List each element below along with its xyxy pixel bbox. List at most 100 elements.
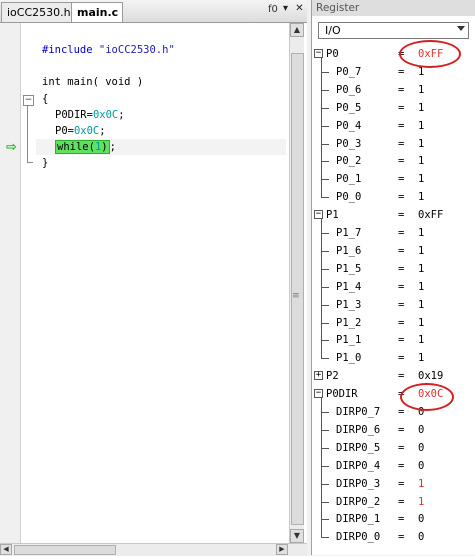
scroll-right-icon[interactable]: ▶ bbox=[276, 544, 288, 555]
bit-value[interactable]: 0 bbox=[418, 439, 424, 457]
register-bit-row[interactable]: DIRP0_0 = 0 bbox=[312, 528, 475, 546]
collapse-icon[interactable]: − bbox=[314, 389, 323, 399]
bit-value[interactable]: 1 bbox=[418, 475, 424, 493]
register-bit-row[interactable]: P0_2 = 1 bbox=[312, 152, 475, 170]
register-bit-row[interactable]: P1_6 = 1 bbox=[312, 242, 475, 260]
vertical-scroll-thumb[interactable] bbox=[291, 53, 304, 525]
bit-value[interactable]: 1 bbox=[418, 135, 424, 153]
tree-branch-tick bbox=[321, 501, 329, 503]
register-bit-row[interactable]: P1_4 = 1 bbox=[312, 278, 475, 296]
bit-value[interactable]: 0 bbox=[418, 457, 424, 475]
bit-value[interactable]: 0 bbox=[418, 510, 424, 528]
register-bit-row[interactable]: DIRP0_2 = 1 bbox=[312, 493, 475, 511]
fold-guide bbox=[27, 106, 28, 162]
scroll-down-icon[interactable]: ▼ bbox=[290, 529, 304, 543]
horizontal-scroll-thumb[interactable] bbox=[14, 545, 116, 555]
bit-value[interactable]: 1 bbox=[418, 260, 424, 278]
bit-value[interactable]: 1 bbox=[418, 331, 424, 349]
code-line-main: int main( void ) bbox=[42, 76, 144, 88]
tab-menu-close-icons[interactable]: ▾ ✕ bbox=[283, 3, 306, 14]
register-bit-row[interactable]: P0_3 = 1 bbox=[312, 135, 475, 153]
code-line-close-brace: } bbox=[42, 157, 49, 169]
collapse-icon[interactable]: − bbox=[314, 210, 323, 220]
register-bit-row[interactable]: DIRP0_3 = 1 bbox=[312, 475, 475, 493]
equals-sign: = bbox=[398, 316, 405, 329]
register-bit-row[interactable]: P0_7 = 1 bbox=[312, 63, 475, 81]
bit-value[interactable]: 1 bbox=[418, 188, 424, 206]
bit-name: P1_3 bbox=[336, 298, 362, 311]
bit-value[interactable]: 0 bbox=[418, 528, 424, 546]
bit-name: P0_2 bbox=[336, 155, 362, 168]
tree-branch-tick bbox=[321, 268, 329, 270]
breakpoint-gutter[interactable] bbox=[0, 23, 21, 543]
register-bit-row[interactable]: P1_0 = 1 bbox=[312, 349, 475, 367]
bit-value[interactable]: 1 bbox=[418, 224, 424, 242]
bit-name: P1_7 bbox=[336, 227, 362, 239]
code-area[interactable]: #include "ioCC2530.h" int main( void ) {… bbox=[42, 40, 175, 169]
tab-main-c[interactable]: main.c bbox=[71, 2, 123, 22]
equals-sign: = bbox=[398, 423, 405, 436]
scroll-up-icon[interactable]: ▲ bbox=[290, 23, 304, 37]
tree-branch-tick bbox=[321, 161, 329, 163]
code-editor[interactable]: ioCC2530.h main.c f0 ▾ ✕ − ⇨ #include "i… bbox=[0, 0, 307, 556]
register-bit-row[interactable]: P0_4 = 1 bbox=[312, 117, 475, 135]
register-bit-row[interactable]: P0_0 = 1 bbox=[312, 188, 475, 206]
bit-value[interactable]: 1 bbox=[418, 349, 424, 367]
equals-sign: = bbox=[398, 65, 405, 78]
register-bit-row[interactable]: P1_5 = 1 bbox=[312, 260, 475, 278]
expand-icon[interactable]: + bbox=[314, 371, 323, 381]
register-group-value: I/O bbox=[325, 24, 341, 37]
register-bit-row[interactable]: P0_1 = 1 bbox=[312, 170, 475, 188]
tree-branch-tick bbox=[321, 286, 329, 288]
register-bit-row[interactable]: DIRP0_5 = 0 bbox=[312, 439, 475, 457]
bit-value[interactable]: 0 bbox=[418, 421, 424, 439]
bit-value[interactable]: 1 bbox=[418, 152, 424, 170]
tree-branch-tick bbox=[321, 519, 329, 521]
register-bit-row[interactable]: P1_1 = 1 bbox=[312, 331, 475, 349]
program-counter-arrow-icon: ⇨ bbox=[6, 140, 17, 155]
function-navigator[interactable]: f0 bbox=[268, 4, 278, 15]
register-bit-row[interactable]: P1_3 = 1 bbox=[312, 296, 475, 314]
register-bit-row[interactable]: DIRP0_4 = 0 bbox=[312, 457, 475, 475]
tree-branch-tick bbox=[321, 250, 329, 252]
bit-value[interactable]: 1 bbox=[418, 99, 424, 117]
collapse-icon[interactable]: − bbox=[314, 49, 323, 58]
bit-value[interactable]: 1 bbox=[418, 278, 424, 296]
register-group-select[interactable]: I/O bbox=[318, 22, 469, 39]
tree-branch-tick bbox=[321, 143, 329, 145]
bit-value[interactable]: 1 bbox=[418, 117, 424, 135]
bit-name: DIRP0_1 bbox=[336, 513, 381, 526]
register-bit-row[interactable]: DIRP0_6 = 0 bbox=[312, 421, 475, 439]
bit-value[interactable]: 1 bbox=[418, 314, 424, 332]
equals-sign: = bbox=[398, 459, 405, 472]
scroll-left-icon[interactable]: ◀ bbox=[0, 544, 12, 555]
bit-value[interactable]: 1 bbox=[418, 296, 424, 314]
chevron-down-icon[interactable] bbox=[457, 26, 465, 31]
code-line-p0dir: P0DIR=0x0C; bbox=[55, 109, 125, 121]
bit-value[interactable]: 1 bbox=[418, 170, 424, 188]
register-bit-row[interactable]: DIRP0_1 = 0 bbox=[312, 510, 475, 528]
bit-value[interactable]: 1 bbox=[418, 242, 424, 260]
equals-sign: = bbox=[398, 477, 405, 490]
equals-sign: = bbox=[398, 531, 405, 544]
bit-name: P0_4 bbox=[336, 119, 362, 132]
tree-branch-tick bbox=[321, 322, 329, 324]
register-row-p1[interactable]: − P1 = 0xFF bbox=[312, 206, 475, 224]
register-bit-row[interactable]: P1_2 = 1 bbox=[312, 314, 475, 332]
editor-vertical-scrollbar[interactable]: ▲ ≡ ▼ bbox=[289, 23, 304, 543]
editor-horizontal-scrollbar[interactable]: ◀ ▶ bbox=[0, 543, 307, 556]
equals-sign: = bbox=[398, 406, 405, 418]
register-value[interactable]: 0xFF bbox=[418, 206, 443, 224]
register-row-p2[interactable]: + P2 = 0x19 bbox=[312, 367, 475, 385]
register-window-title: Register bbox=[312, 0, 475, 16]
register-bit-row[interactable]: DIRP0_7 = 0 bbox=[312, 403, 475, 421]
tab-ioCC2530-h[interactable]: ioCC2530.h bbox=[1, 2, 73, 22]
register-bit-row[interactable]: P1_7 = 1 bbox=[312, 224, 475, 242]
register-bit-row[interactable]: P0_5 = 1 bbox=[312, 99, 475, 117]
fold-toggle-icon[interactable]: − bbox=[23, 95, 34, 106]
bit-value[interactable]: 1 bbox=[418, 493, 424, 511]
equals-sign: = bbox=[398, 513, 405, 526]
bit-value[interactable]: 1 bbox=[418, 81, 424, 99]
register-bit-row[interactable]: P0_6 = 1 bbox=[312, 81, 475, 99]
bit-name: P1_6 bbox=[336, 244, 362, 257]
